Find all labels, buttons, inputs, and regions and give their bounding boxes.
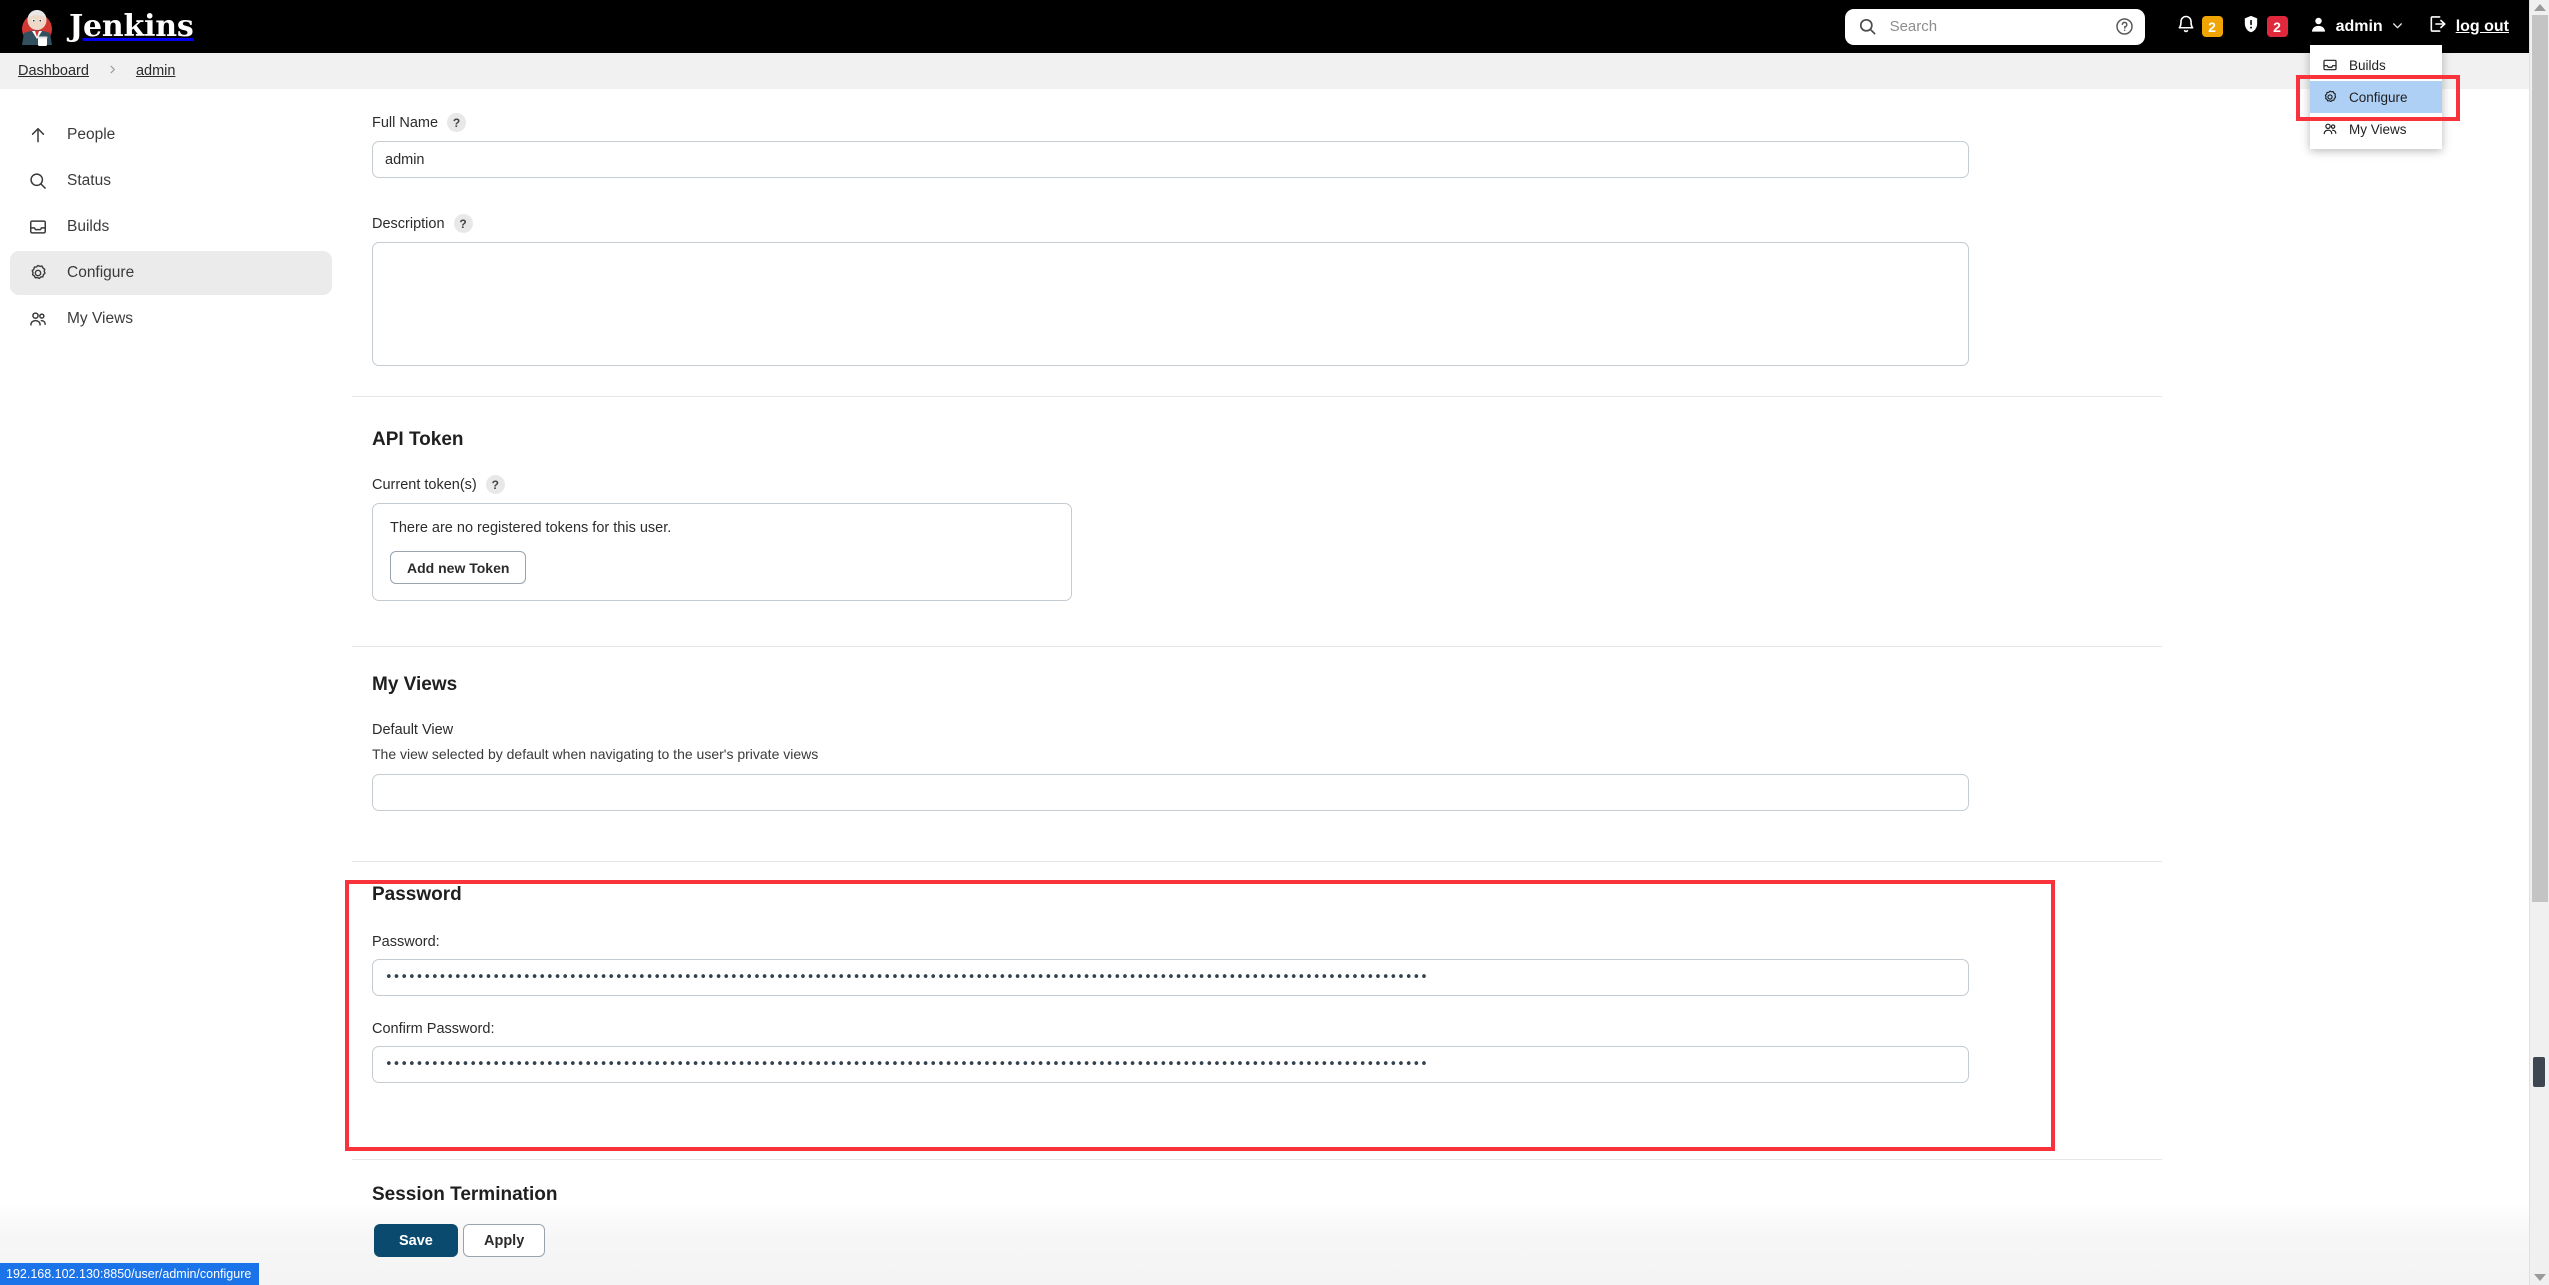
user-dropdown-label: My Views — [2349, 121, 2407, 137]
sidebar-item-label: Status — [67, 172, 111, 189]
api-token-title: API Token — [372, 429, 464, 450]
password-label: Password: — [372, 934, 440, 950]
scroll-up-arrow-icon[interactable] — [2534, 4, 2546, 11]
token-list-box: There are no registered tokens for this … — [372, 503, 1072, 601]
notifications-count-badge: 2 — [2201, 16, 2223, 37]
person-icon — [2309, 15, 2328, 39]
default-view-label: Default View — [372, 722, 454, 738]
people-icon — [27, 308, 49, 330]
full-name-input[interactable] — [372, 141, 1969, 178]
confirm-password-label-row: Confirm Password: — [372, 1021, 1969, 1037]
notifications-button[interactable]: 2 — [2167, 0, 2232, 53]
sidebar-item-label: My Views — [67, 310, 134, 327]
confirm-password-label: Confirm Password: — [372, 1021, 495, 1037]
status-bar-url: 192.168.102.130:8850/user/admin/configur… — [0, 1263, 260, 1285]
help-icon[interactable]: ? — [447, 113, 467, 132]
scroll-down-arrow-icon[interactable] — [2534, 1274, 2546, 1281]
description-textarea[interactable] — [372, 242, 1969, 366]
user-dropdown-label: Configure — [2349, 89, 2408, 105]
default-view-help-text: The view selected by default when naviga… — [372, 746, 819, 762]
breadcrumb-item-dashboard[interactable]: Dashboard — [18, 63, 89, 79]
apply-button[interactable]: Apply — [463, 1224, 546, 1257]
sidebar-nav: People Status Builds Configure My Views — [10, 113, 332, 343]
security-warnings-button[interactable]: 2 — [2232, 0, 2297, 53]
sidebar-item-label: People — [67, 126, 116, 143]
confirm-password-input[interactable]: ••••••••••••••••••••••••••••••••••••••••… — [372, 1046, 1969, 1083]
default-view-label-row: Default View — [372, 722, 1969, 738]
sidebar-item-my-views[interactable]: My Views — [10, 297, 332, 341]
top-header-bar: Jenkins Search 2 2 admin log out — [0, 0, 2529, 53]
scrollbar-caret[interactable] — [2533, 1057, 2545, 1087]
user-dropdown-item-configure[interactable]: Configure — [2310, 81, 2442, 113]
full-name-label-row: Full Name ? — [372, 113, 1969, 132]
api-token-section: API Token Current token(s) ? There are n… — [372, 429, 1072, 601]
default-view-input[interactable] — [372, 774, 1969, 811]
search-icon — [1858, 17, 1877, 36]
sidebar-item-label: Configure — [67, 264, 135, 281]
my-views-section: My Views Default View The view selected … — [372, 674, 1969, 811]
page-content: People Status Builds Configure My Views … — [0, 89, 2529, 1285]
user-dropdown-menu: Builds Configure My Views — [2310, 45, 2442, 149]
current-tokens-label-row: Current token(s) ? — [372, 475, 1072, 494]
vertical-scrollbar[interactable] — [2529, 0, 2549, 1285]
jenkins-home-link[interactable]: Jenkins — [18, 0, 194, 53]
jenkins-butler-logo-icon — [18, 7, 56, 47]
brand-name: Jenkins — [69, 9, 194, 44]
breadcrumb-separator-icon — [107, 64, 118, 78]
help-icon[interactable]: ? — [485, 475, 505, 494]
add-new-token-button[interactable]: Add new Token — [390, 551, 527, 584]
no-tokens-message: There are no registered tokens for this … — [390, 520, 672, 536]
gear-icon — [27, 262, 49, 284]
password-label-row: Password: — [372, 934, 1969, 950]
password-value: ••••••••••••••••••••••••••••••••••••••••… — [385, 970, 1428, 985]
description-label: Description — [372, 215, 445, 232]
user-menu-label: admin — [2335, 17, 2383, 35]
divider — [352, 646, 2162, 647]
divider — [352, 1159, 2162, 1160]
breadcrumb: Dashboard admin — [0, 53, 2529, 89]
breadcrumb-item-admin[interactable]: admin — [136, 63, 176, 79]
password-section: Password Password: •••••••••••••••••••••… — [372, 884, 1969, 1083]
user-dropdown-label: Builds — [2349, 57, 2386, 73]
scrollbar-thumb[interactable] — [2532, 15, 2548, 902]
divider — [352, 861, 2162, 862]
sidebar-item-people[interactable]: People — [10, 113, 332, 157]
current-tokens-label: Current token(s) — [372, 476, 477, 493]
shield-exclamation-icon — [2241, 14, 2261, 39]
password-title: Password — [372, 884, 462, 905]
save-button[interactable]: Save — [374, 1224, 458, 1257]
people-icon — [2321, 121, 2338, 138]
chevron-down-icon — [2391, 19, 2404, 35]
inbox-icon — [2321, 57, 2338, 74]
arrow-up-icon — [27, 124, 49, 146]
confirm-password-value: ••••••••••••••••••••••••••••••••••••••••… — [385, 1057, 1428, 1072]
password-input[interactable]: ••••••••••••••••••••••••••••••••••••••••… — [372, 959, 1969, 996]
user-dropdown-item-builds[interactable]: Builds — [2310, 49, 2442, 81]
sidebar-item-configure[interactable]: Configure — [10, 251, 332, 295]
description-field-group: Description ? — [372, 214, 1969, 371]
logout-arrow-icon — [2428, 14, 2448, 39]
form-action-bar: Save Apply — [0, 1202, 2529, 1285]
search-input[interactable] — [1887, 17, 2104, 36]
sidebar-item-label: Builds — [67, 218, 110, 235]
sidebar-item-status[interactable]: Status — [10, 159, 332, 203]
help-icon[interactable]: ? — [453, 214, 473, 233]
divider — [352, 396, 2162, 397]
search-box[interactable] — [1844, 8, 2145, 45]
bell-icon — [2176, 14, 2196, 39]
search-icon — [27, 170, 49, 192]
security-count-badge: 2 — [2266, 16, 2288, 37]
gear-icon — [2321, 89, 2338, 106]
full-name-field-group: Full Name ? — [372, 113, 1969, 178]
my-views-title: My Views — [372, 674, 458, 695]
sidebar-item-builds[interactable]: Builds — [10, 205, 332, 249]
full-name-label: Full Name — [372, 114, 439, 131]
logout-label: log out — [2455, 17, 2509, 35]
description-label-row: Description ? — [372, 214, 1969, 233]
inbox-icon — [27, 216, 49, 238]
search-help-icon[interactable] — [2115, 17, 2134, 36]
user-dropdown-item-my-views[interactable]: My Views — [2310, 113, 2442, 145]
